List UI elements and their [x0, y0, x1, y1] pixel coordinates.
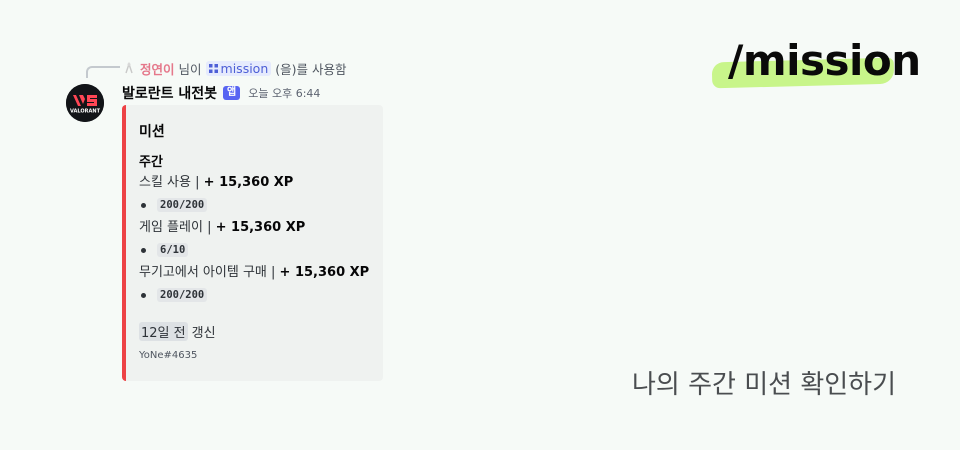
mission-line: 게임 플레이 | + 15,360 XP	[139, 218, 369, 237]
mission-name: 스킬 사용	[139, 175, 191, 190]
mission-separator: |	[195, 175, 200, 190]
message-timestamp[interactable]: 오늘 오후 6:44	[248, 85, 320, 101]
mission-name: 게임 플레이	[139, 220, 203, 235]
command-user-name[interactable]: 정연이	[140, 59, 175, 78]
command-name: mission	[220, 60, 269, 76]
bot-name[interactable]: 발로란트 내전봇	[122, 83, 217, 103]
mission-separator: |	[207, 220, 212, 235]
mission-progress: 200/200	[157, 288, 208, 302]
mission-name: 무기고에서 아이템 구매	[139, 265, 267, 280]
updated-time[interactable]: 12일 전	[139, 322, 188, 341]
app-grid-icon	[208, 63, 218, 73]
reply-connector	[86, 66, 120, 78]
bullet-icon	[141, 202, 146, 208]
mission-progress: 6/10	[157, 243, 189, 257]
promo-command-title: /mission	[728, 36, 921, 85]
mission-embed: 미션 주간 스킬 사용 | + 15,360 XP 200/200 게임 플레이…	[122, 105, 383, 381]
app-badge: 앱	[223, 86, 241, 100]
avatar-logo-text: VALORANT	[70, 109, 101, 115]
message-header: 발로란트 내전봇 앱 오늘 오후 6:44	[122, 83, 320, 103]
command-text-after: (을)를 사용함	[275, 61, 347, 77]
mission-progress: 200/200	[157, 198, 208, 212]
embed-title: 미션	[139, 124, 165, 140]
updated-line: 12일 전 갱신	[139, 322, 369, 341]
mission-progress-item: 6/10	[139, 237, 369, 263]
bullet-icon	[141, 292, 146, 298]
mission-progress-item: 200/200	[139, 282, 369, 308]
mission-xp: + 15,360 XP	[279, 265, 370, 280]
mission-line: 무기고에서 아이템 구매 | + 15,360 XP	[139, 263, 369, 282]
mission-xp: + 15,360 XP	[215, 220, 306, 235]
bot-avatar[interactable]: VALORANT	[66, 84, 104, 122]
command-text-before: 님이	[178, 61, 202, 77]
valorant-logo-icon: VALORANT	[66, 84, 104, 122]
updated-label: 갱신	[191, 326, 216, 341]
mission-separator: |	[271, 265, 276, 280]
command-usage-line: 정연이 님이 mission (을)를 사용함	[122, 59, 346, 77]
embed-footer: YoNe#4635	[139, 350, 198, 361]
user-mini-avatar-icon[interactable]	[122, 61, 136, 75]
bullet-icon	[141, 247, 146, 253]
command-chip[interactable]: mission	[205, 60, 272, 76]
promo-tagline: 나의 주간 미션 확인하기	[632, 370, 896, 400]
mission-line: 스킬 사용 | + 15,360 XP	[139, 173, 369, 192]
section-title-weekly: 주간	[139, 155, 163, 170]
mission-progress-item: 200/200	[139, 192, 369, 218]
mission-xp: + 15,360 XP	[203, 175, 294, 190]
